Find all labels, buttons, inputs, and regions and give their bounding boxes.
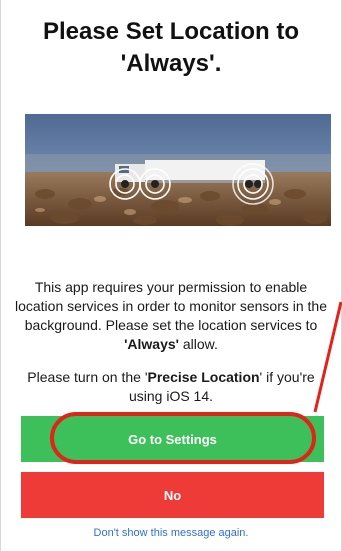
- dialog-title: Please Set Location to 'Always'.: [42, 18, 300, 77]
- dont-show-again-link[interactable]: Don't show this message again.: [1, 527, 341, 539]
- description-suffix: allow.: [178, 336, 218, 352]
- screen-frame: Please Set Location to 'Always'. This ap…: [0, 0, 342, 551]
- truck-sensor-image: [25, 114, 331, 226]
- note-bold-precise-location: Precise Location: [147, 369, 260, 385]
- description-text: This app requires your permission to ena…: [14, 279, 328, 333]
- permission-description: This app requires your permission to ena…: [13, 278, 329, 354]
- no-button[interactable]: No: [21, 472, 324, 518]
- annotation-highlight-ring: [50, 412, 316, 464]
- description-bold-always: 'Always': [124, 336, 179, 352]
- precise-location-note: Please turn on the 'Precise Location' if…: [21, 368, 321, 406]
- note-text: Please turn on the ': [27, 369, 148, 385]
- annotation-arrow-icon: [313, 301, 342, 413]
